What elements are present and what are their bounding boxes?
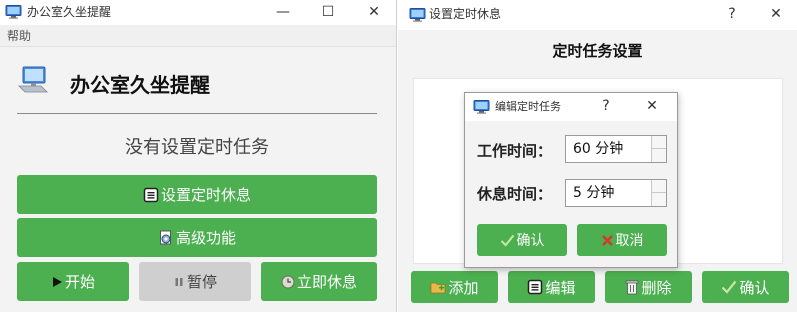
- app-title: 办公室久坐提醒: [70, 73, 210, 97]
- add-button[interactable]: 添加: [411, 271, 498, 303]
- folder-add-icon: [430, 279, 446, 295]
- advanced-label: 高级功能: [175, 229, 236, 247]
- help-button[interactable]: ?: [591, 94, 621, 119]
- close-button[interactable]: ✕: [354, 0, 394, 25]
- status-text: 没有设置定时任务: [125, 137, 269, 158]
- confirm-button[interactable]: 确认: [702, 271, 789, 303]
- menu-bar: 帮助: [0, 25, 396, 47]
- close-icon: ✕: [368, 4, 380, 20]
- clock-icon: [281, 275, 295, 289]
- add-label: 添加: [448, 278, 479, 297]
- set-timer-label: 设置定时休息: [160, 186, 251, 204]
- rest-now-label: 立即休息: [296, 273, 357, 291]
- dialog-ok-button[interactable]: 确认: [477, 224, 567, 256]
- gear-doc-icon: [158, 230, 174, 246]
- rest-time-value: 5 分钟: [573, 185, 615, 201]
- increment-button[interactable]: [652, 180, 666, 193]
- help-button[interactable]: ?: [712, 2, 752, 27]
- trash-icon: [625, 279, 639, 295]
- close-button[interactable]: ✕: [756, 2, 796, 27]
- start-label: 开始: [64, 273, 95, 291]
- close-button[interactable]: ✕: [637, 94, 667, 119]
- edit-task-dialog: 编辑定时任务 ? ✕ 工作时间： 60 分钟 休息时间： 5 分钟 确认 取消: [464, 92, 678, 268]
- dialog-ok-label: 确认: [516, 233, 545, 249]
- decrement-button[interactable]: [652, 193, 666, 206]
- pause-icon: [173, 276, 185, 288]
- rest-time-stepper[interactable]: [651, 180, 666, 206]
- monitor-icon: [5, 5, 22, 19]
- help-icon: ?: [602, 98, 610, 114]
- work-time-label: 工作时间：: [477, 142, 553, 160]
- advanced-button[interactable]: 高级功能: [17, 218, 377, 257]
- timer-window-titlebar[interactable]: 设置定时休息 ? ✕: [398, 0, 797, 30]
- main-window: 办公室久坐提醒 — ☐ ✕ 帮助 办公室久坐提醒 没有设置定时任务 设置定时休息…: [0, 0, 397, 312]
- document-icon: [143, 187, 159, 203]
- maximize-button[interactable]: ☐: [308, 0, 348, 25]
- computer-icon: [17, 66, 49, 96]
- panel-title: 定时任务设置: [552, 42, 643, 60]
- rest-time-spinbox[interactable]: 5 分钟: [565, 179, 667, 207]
- checkmark-icon: [721, 280, 737, 294]
- play-icon: [51, 276, 63, 288]
- menu-help[interactable]: 帮助: [7, 25, 31, 47]
- dialog-cancel-label: 取消: [615, 233, 644, 249]
- decrement-button[interactable]: [652, 149, 666, 162]
- dialog-cancel-button[interactable]: 取消: [577, 224, 667, 256]
- minimize-icon: —: [276, 4, 290, 20]
- work-time-stepper[interactable]: [651, 136, 666, 162]
- rest-now-button[interactable]: 立即休息: [261, 262, 377, 301]
- monitor-icon: [473, 100, 490, 114]
- rest-time-label: 休息时间：: [477, 185, 553, 203]
- dialog-titlebar[interactable]: 编辑定时任务 ? ✕: [465, 93, 677, 121]
- edit-button[interactable]: 编辑: [508, 271, 595, 303]
- close-icon: ✕: [770, 6, 782, 22]
- dialog-title: 编辑定时任务: [495, 100, 561, 113]
- minimize-button[interactable]: —: [263, 0, 303, 25]
- window-title: 办公室久坐提醒: [27, 5, 112, 19]
- increment-button[interactable]: [652, 136, 666, 149]
- pause-button[interactable]: 暂停: [139, 262, 251, 301]
- work-time-spinbox[interactable]: 60 分钟: [565, 135, 667, 163]
- checkmark-icon: [500, 234, 515, 247]
- delete-button[interactable]: 删除: [605, 271, 692, 303]
- monitor-icon: [409, 8, 426, 22]
- cross-icon: [601, 234, 614, 247]
- delete-label: 删除: [641, 278, 672, 297]
- main-window-titlebar[interactable]: 办公室久坐提醒 — ☐ ✕: [0, 0, 396, 25]
- set-timer-button[interactable]: 设置定时休息: [17, 175, 377, 214]
- close-icon: ✕: [646, 98, 658, 114]
- pause-label: 暂停: [186, 273, 217, 291]
- start-button[interactable]: 开始: [17, 262, 129, 301]
- help-icon: ?: [728, 6, 736, 22]
- window-title: 设置定时休息: [429, 7, 502, 21]
- edit-icon: [527, 279, 543, 295]
- edit-label: 编辑: [545, 278, 576, 297]
- work-time-value: 60 分钟: [573, 141, 624, 157]
- maximize-icon: ☐: [321, 4, 335, 20]
- confirm-label: 确认: [739, 278, 770, 297]
- header-divider: [17, 113, 377, 114]
